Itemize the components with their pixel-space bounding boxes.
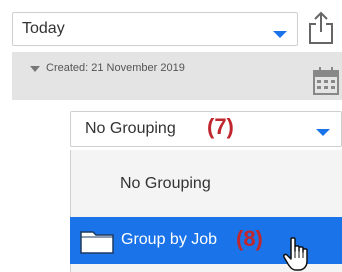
- calendar-icon[interactable]: [312, 66, 340, 96]
- step-marker-7: (7): [207, 114, 234, 139]
- option-no-grouping[interactable]: No Grouping: [120, 175, 211, 193]
- option-group-by-job-label: Group by Job: [121, 231, 218, 248]
- date-filter-value: Today: [22, 20, 65, 37]
- share-export-icon[interactable]: [306, 10, 336, 46]
- folder-icon: [80, 231, 114, 254]
- results-header-band: [12, 52, 342, 100]
- grouping-selected-value: No Grouping: [85, 120, 176, 137]
- created-date-label: Created: 21 November 2019: [46, 62, 185, 74]
- hand-cursor-icon: [283, 237, 308, 271]
- date-filter-select[interactable]: Today: [12, 12, 298, 46]
- step-marker-8: (8): [236, 226, 263, 251]
- collapse-triangle-icon[interactable]: [30, 66, 40, 72]
- grouping-chevron-down-icon[interactable]: [316, 129, 330, 136]
- date-filter-chevron-down-icon[interactable]: [273, 31, 287, 38]
